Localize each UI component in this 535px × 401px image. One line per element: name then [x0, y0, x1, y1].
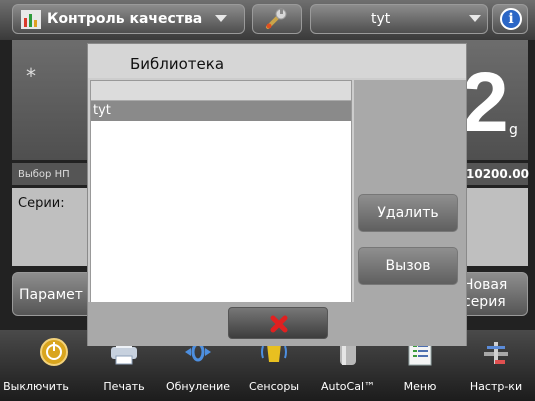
settings-icon	[484, 342, 508, 364]
info-icon: i	[500, 8, 522, 30]
chevron-down-icon	[215, 15, 227, 22]
toolbar-settings[interactable]: Настр-ки	[460, 336, 532, 398]
np-value: 10200.00	[466, 167, 530, 181]
recall-button[interactable]: Вызов	[358, 247, 458, 285]
toolbar-label: AutoCal™	[320, 380, 376, 393]
toolbar-power[interactable]: Выключить	[3, 336, 90, 398]
list-header	[91, 81, 351, 101]
chart-icon	[21, 10, 41, 29]
toolbar-label: Настр-ки	[469, 380, 523, 393]
new-series-label: Новая серия	[463, 277, 507, 311]
power-icon	[40, 338, 68, 366]
weight-unit: g	[509, 122, 518, 138]
library-selected-value: tyt	[371, 11, 391, 27]
toolbar-label: Сенсоры	[248, 380, 300, 393]
np-label: Выбор НП	[18, 169, 70, 180]
wrench-button[interactable]	[252, 4, 302, 34]
close-button[interactable]	[228, 307, 328, 339]
application-dropdown[interactable]: Контроль качества	[12, 4, 245, 34]
toolbar-label: Печать	[103, 380, 145, 393]
wrench-icon	[266, 8, 287, 29]
info-button[interactable]: i	[492, 4, 528, 34]
stability-indicator: *	[26, 64, 36, 88]
list-item[interactable]: tyt	[91, 101, 351, 121]
toolbar-label: Обнуление	[165, 380, 231, 393]
close-icon	[270, 315, 288, 333]
new-series-line-1: Новая	[463, 277, 508, 293]
delete-button[interactable]: Удалить	[358, 194, 458, 232]
dialog-title: Библиотека	[130, 55, 225, 73]
library-dialog: Библиотека tyt Удалить Вызов	[87, 43, 467, 346]
toolbar-label: Меню	[403, 380, 437, 393]
parameters-label: Парамет	[19, 287, 83, 303]
new-series-line-2: серия	[463, 294, 506, 310]
chevron-down-icon	[469, 15, 481, 22]
toolbar-label: Выключить	[3, 380, 69, 393]
application-title: Контроль качества	[47, 11, 203, 27]
library-dropdown[interactable]: tyt	[310, 4, 488, 34]
weight-value: 2	[462, 55, 509, 149]
series-label: Серии:	[18, 196, 65, 211]
